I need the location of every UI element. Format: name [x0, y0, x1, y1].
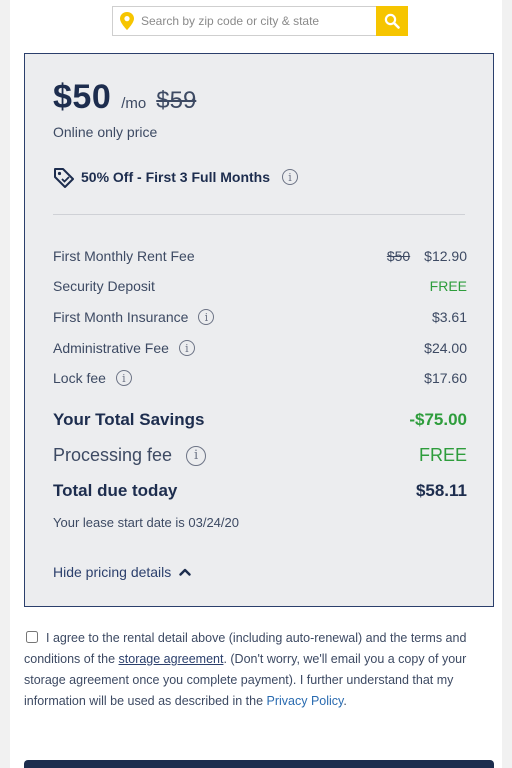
admin-fee-info-icon[interactable]: i — [178, 340, 195, 356]
agreement-section: I agree to the rental detail above (incl… — [24, 628, 494, 712]
fee-new-value: $12.90 — [424, 248, 467, 264]
fee-value: $50 $12.90 — [387, 248, 467, 264]
fee-old-value: $50 — [386, 248, 411, 264]
agree-checkbox[interactable] — [26, 631, 38, 643]
online-only-label: Online only price — [53, 124, 158, 140]
price-row: $50 /mo $59 — [53, 78, 196, 117]
fee-value: FREE — [429, 278, 467, 294]
fee-label: First Month Insurance — [53, 309, 189, 325]
fee-row-rent: First Monthly Rent Fee $50 $12.90 — [53, 248, 467, 264]
fee-row-admin: Administrative Fee i $24.00 — [53, 340, 467, 356]
savings-row: Your Total Savings -$75.00 — [53, 410, 467, 430]
fee-row-deposit: Security Deposit FREE — [53, 278, 467, 294]
fee-value: $24.00 — [424, 340, 467, 356]
search-icon — [384, 13, 400, 29]
lease-start-date: Your lease start date is 03/24/20 — [53, 515, 239, 530]
search-button[interactable] — [376, 6, 408, 36]
fee-value: $3.61 — [431, 309, 467, 325]
storage-agreement-link[interactable]: storage agreement — [119, 652, 224, 666]
processing-row: Processing fee i FREE — [53, 445, 467, 466]
fee-label: First Monthly Rent Fee — [53, 248, 195, 264]
lock-fee-info-icon[interactable]: i — [115, 370, 132, 386]
monthly-price: $50 — [53, 78, 112, 116]
divider — [53, 214, 465, 215]
price-tag-icon — [53, 166, 75, 188]
search-bar — [112, 6, 408, 36]
hide-pricing-details-link[interactable]: Hide pricing details — [53, 564, 191, 580]
fee-label: Administrative Fee — [53, 340, 169, 356]
chevron-up-icon — [179, 568, 191, 576]
processing-label: Processing fee — [53, 445, 173, 465]
promo-info-icon[interactable]: i — [282, 169, 299, 185]
agreement-text-3: . — [343, 694, 347, 708]
fee-value: $17.60 — [424, 370, 467, 386]
insurance-info-icon[interactable]: i — [198, 309, 215, 325]
processing-info-icon[interactable]: i — [186, 445, 207, 466]
hide-pricing-label: Hide pricing details — [53, 564, 172, 580]
total-row: Total due today $58.11 — [53, 481, 467, 501]
privacy-policy-link[interactable]: Privacy Policy — [267, 694, 344, 708]
continue-button[interactable] — [24, 760, 494, 768]
savings-value: -$75.00 — [409, 410, 467, 429]
fee-row-lock: Lock fee i $17.60 — [53, 370, 467, 386]
per-month-label: /mo — [121, 95, 147, 112]
search-input[interactable] — [141, 8, 376, 34]
right-gutter — [502, 0, 512, 768]
map-pin-icon — [113, 12, 141, 30]
total-label: Total due today — [53, 481, 178, 500]
pricing-card: $50 /mo $59 Online only price 50% Off - … — [24, 53, 494, 607]
total-value: $58.11 — [415, 481, 467, 500]
left-gutter — [0, 0, 10, 768]
promo-text: 50% Off - First 3 Full Months — [81, 169, 271, 185]
fee-row-insurance: First Month Insurance i $3.61 — [53, 309, 467, 325]
promo-row: 50% Off - First 3 Full Months i — [53, 166, 299, 188]
savings-label: Your Total Savings — [53, 410, 205, 429]
fee-label: Lock fee — [53, 370, 106, 386]
processing-value: FREE — [418, 445, 467, 465]
fee-label: Security Deposit — [53, 278, 155, 294]
original-price: $59 — [156, 87, 197, 114]
